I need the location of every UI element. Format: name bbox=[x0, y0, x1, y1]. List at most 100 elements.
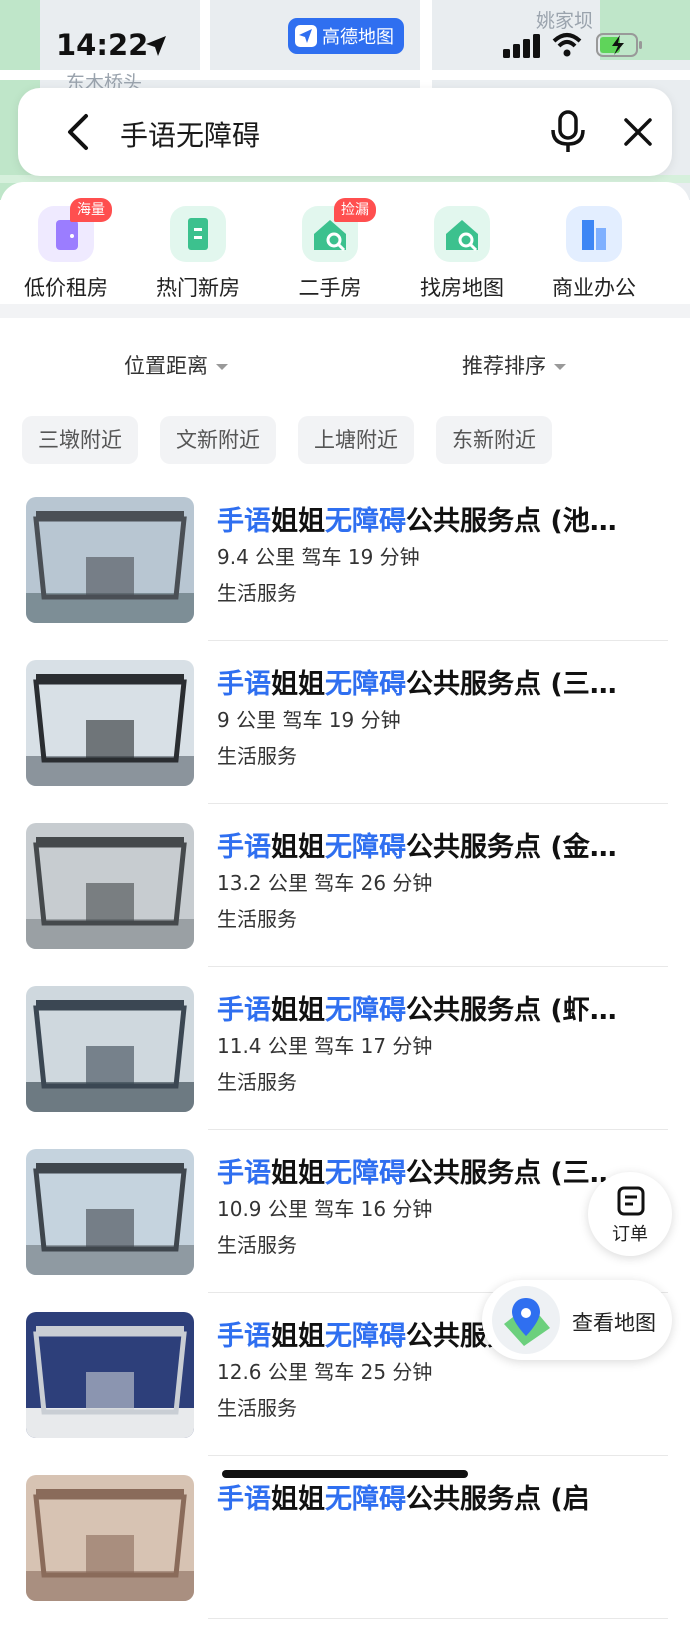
title-text: 姐姐 bbox=[271, 506, 325, 537]
chip-nearby[interactable]: 三墩附近 bbox=[22, 416, 138, 464]
result-category: 生活服务 bbox=[217, 1070, 297, 1094]
title-text: 公共服务点 (启 bbox=[406, 1484, 590, 1515]
title-highlight: 无障碍 bbox=[325, 1321, 406, 1352]
title-highlight: 手语 bbox=[217, 995, 271, 1026]
row-divider bbox=[208, 1618, 668, 1619]
title-text: 姐姐 bbox=[271, 1321, 325, 1352]
result-item[interactable]: 手语姐姐无障碍公共服务点 (池… 9.4 公里 驾车 19 分钟 生活服务 bbox=[0, 497, 690, 660]
result-item[interactable]: 手语姐姐无障碍公共服务点 (虾… 11.4 公里 驾车 17 分钟 生活服务 bbox=[0, 986, 690, 1149]
send-plane-icon bbox=[295, 25, 317, 47]
category-panel: 海量 低价租房 热门新房 捡漏 二手房 找房地图 商业办公 bbox=[0, 182, 690, 304]
title-text: 公共服务点 (三… bbox=[406, 1158, 617, 1189]
title-highlight: 无障碍 bbox=[325, 506, 406, 537]
title-highlight: 手语 bbox=[217, 832, 271, 863]
result-category: 生活服务 bbox=[217, 1396, 297, 1420]
category-house-map[interactable]: 找房地图 bbox=[396, 202, 528, 302]
title-highlight: 无障碍 bbox=[325, 995, 406, 1026]
result-distance: 13.2 公里 驾车 26 分钟 bbox=[217, 871, 433, 895]
map-label-yaojiaba: 姚家坝 bbox=[536, 10, 594, 32]
result-distance: 9 公里 驾车 19 分钟 bbox=[217, 708, 401, 732]
title-text: 公共服务点 (池… bbox=[406, 506, 617, 537]
view-map-button[interactable]: 查看地图 bbox=[482, 1280, 672, 1360]
result-title[interactable]: 手语姐姐无障碍公共服务点 (启 bbox=[217, 1477, 637, 1516]
result-category: 生活服务 bbox=[217, 1233, 297, 1257]
house-map-icon bbox=[434, 206, 490, 262]
result-thumbnail bbox=[26, 1149, 194, 1275]
filter-distance-label: 位置距离 bbox=[124, 354, 208, 378]
chip-nearby[interactable]: 东新附近 bbox=[436, 416, 552, 464]
title-text: 姐姐 bbox=[271, 995, 325, 1026]
chip-nearby[interactable]: 文新附近 bbox=[160, 416, 276, 464]
category-label: 商业办公 bbox=[552, 276, 636, 300]
result-item[interactable]: 手语姐姐无障碍公共服务点 (启 bbox=[0, 1475, 690, 1638]
status-time: 14:22 bbox=[56, 28, 149, 62]
row-divider bbox=[208, 1129, 668, 1130]
filter-sort[interactable]: 推荐排序 bbox=[462, 350, 566, 380]
map-pin-icon bbox=[492, 1286, 560, 1354]
title-text: 姐姐 bbox=[271, 669, 325, 700]
title-highlight: 无障碍 bbox=[325, 832, 406, 863]
title-highlight: 手语 bbox=[217, 1484, 271, 1515]
title-highlight: 手语 bbox=[217, 506, 271, 537]
search-bar[interactable]: 手语无障碍 bbox=[18, 88, 672, 176]
category-hot-new-homes[interactable]: 热门新房 bbox=[132, 202, 264, 302]
title-text: 公共服务点 (金… bbox=[406, 832, 617, 863]
title-text: 姐姐 bbox=[271, 1484, 325, 1515]
chip-nearby[interactable]: 上塘附近 bbox=[298, 416, 414, 464]
result-distance: 11.4 公里 驾车 17 分钟 bbox=[217, 1034, 433, 1058]
filter-distance[interactable]: 位置距离 bbox=[124, 350, 228, 380]
order-label: 订单 bbox=[612, 1224, 648, 1245]
back-arrow-icon[interactable] bbox=[58, 110, 102, 154]
view-map-label: 查看地图 bbox=[572, 1311, 656, 1335]
title-highlight: 无障碍 bbox=[325, 669, 406, 700]
result-item[interactable]: 手语姐姐无障碍公共服务点 (金… 13.2 公里 驾车 26 分钟 生活服务 bbox=[0, 823, 690, 986]
result-thumbnail bbox=[26, 497, 194, 623]
category-label: 低价租房 bbox=[24, 276, 108, 300]
title-text: 公共服务点 (虾… bbox=[406, 995, 617, 1026]
result-distance: 9.4 公里 驾车 19 分钟 bbox=[217, 545, 420, 569]
result-thumbnail bbox=[26, 1312, 194, 1438]
caret-down-icon bbox=[216, 364, 228, 370]
search-query[interactable]: 手语无障碍 bbox=[120, 114, 260, 154]
result-title[interactable]: 手语姐姐无障碍公共服务点 (虾… bbox=[217, 988, 637, 1027]
result-category: 生活服务 bbox=[217, 581, 297, 605]
category-second-hand[interactable]: 捡漏 二手房 bbox=[264, 198, 396, 302]
location-arrow-icon bbox=[146, 36, 166, 56]
title-text: 姐姐 bbox=[271, 1158, 325, 1189]
title-highlight: 手语 bbox=[217, 1158, 271, 1189]
home-indicator[interactable] bbox=[222, 1470, 468, 1478]
result-title[interactable]: 手语姐姐无障碍公共服务点 (三… bbox=[217, 1151, 637, 1190]
clear-close-icon[interactable] bbox=[620, 114, 656, 150]
battery-charging-icon bbox=[596, 33, 642, 57]
category-commercial-office[interactable]: 商业办公 bbox=[528, 202, 660, 302]
result-thumbnail bbox=[26, 823, 194, 949]
result-item[interactable]: 手语姐姐无障碍公共服务点 (三… 9 公里 驾车 19 分钟 生活服务 bbox=[0, 660, 690, 823]
row-divider bbox=[208, 1455, 668, 1456]
order-list-icon bbox=[617, 1186, 645, 1216]
building-icon bbox=[170, 206, 226, 262]
result-title[interactable]: 手语姐姐无障碍公共服务点 (金… bbox=[217, 825, 637, 864]
result-thumbnail bbox=[26, 986, 194, 1112]
category-label: 热门新房 bbox=[156, 276, 240, 300]
title-text: 公共服务点 (三… bbox=[406, 669, 617, 700]
filter-sort-label: 推荐排序 bbox=[462, 354, 546, 378]
title-highlight: 手语 bbox=[217, 669, 271, 700]
title-highlight: 无障碍 bbox=[325, 1484, 406, 1515]
result-thumbnail bbox=[26, 1475, 194, 1601]
result-title[interactable]: 手语姐姐无障碍公共服务点 (三… bbox=[217, 662, 637, 701]
category-label: 二手房 bbox=[298, 276, 362, 300]
row-divider bbox=[208, 966, 668, 967]
cellular-signal-icon bbox=[503, 34, 540, 58]
category-cheap-rent[interactable]: 海量 低价租房 bbox=[0, 198, 132, 302]
result-distance: 10.9 公里 驾车 16 分钟 bbox=[217, 1197, 433, 1221]
wifi-icon bbox=[552, 33, 582, 57]
app-return-badge[interactable]: 高德地图 bbox=[288, 18, 404, 54]
section-divider bbox=[0, 304, 690, 318]
result-category: 生活服务 bbox=[217, 744, 297, 768]
title-highlight: 无障碍 bbox=[325, 1158, 406, 1189]
result-title[interactable]: 手语姐姐无障碍公共服务点 (池… bbox=[217, 499, 637, 538]
order-button[interactable]: 订单 bbox=[588, 1172, 672, 1256]
category-tag: 海量 bbox=[70, 198, 112, 222]
microphone-icon[interactable] bbox=[548, 110, 588, 154]
result-thumbnail bbox=[26, 660, 194, 786]
